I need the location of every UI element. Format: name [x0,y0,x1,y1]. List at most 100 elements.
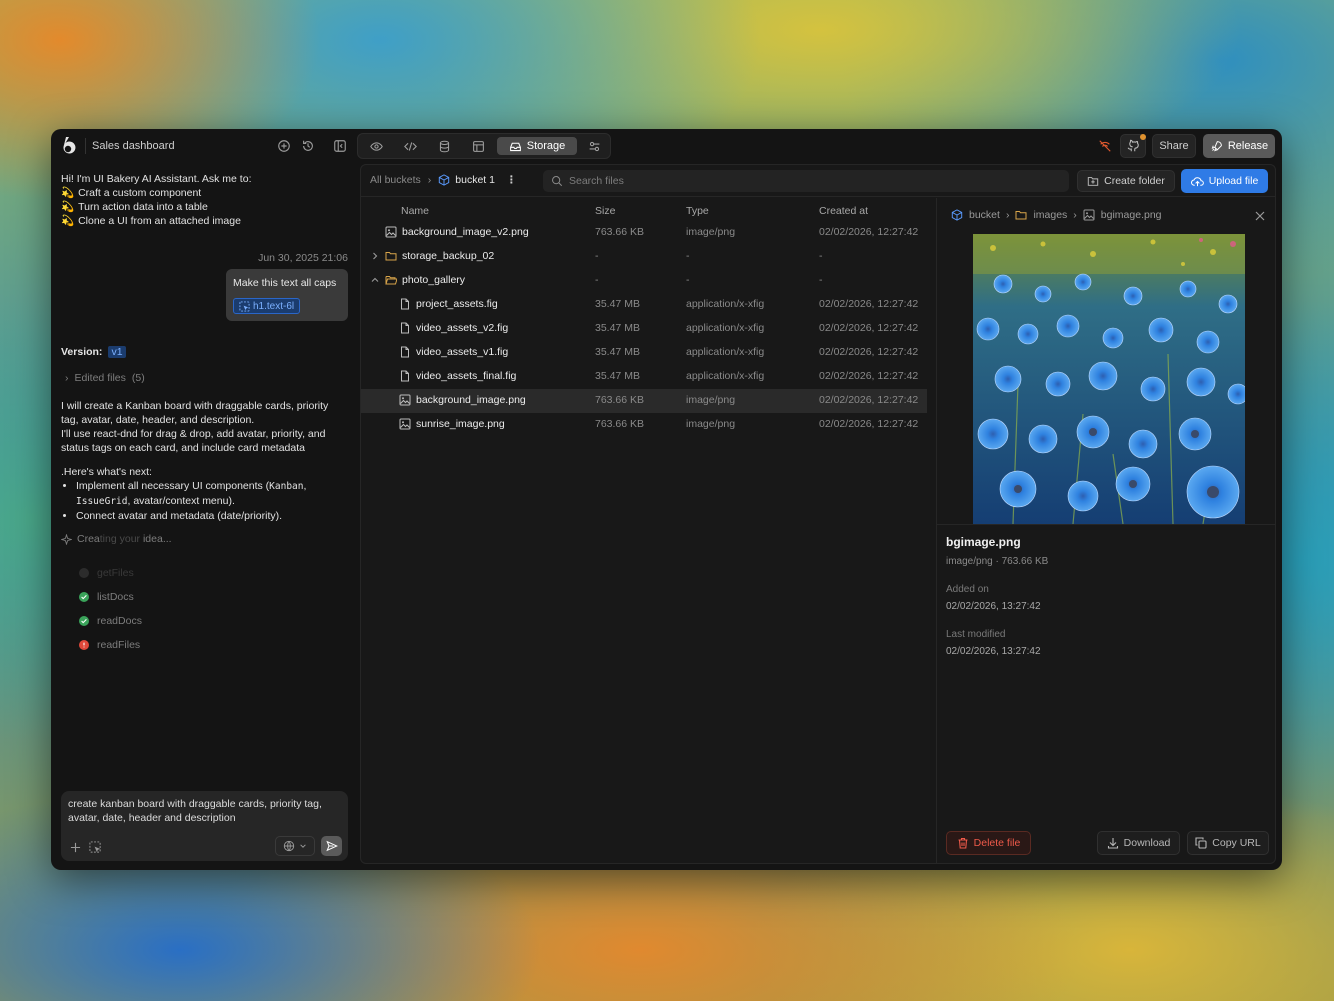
release-button[interactable]: Release [1203,134,1275,158]
table-row-selected[interactable]: background_image.png 763.66 KB image/png… [361,389,927,413]
copy-url-button[interactable]: Copy URL [1187,831,1269,855]
column-type[interactable]: Type [686,205,709,217]
preview-mode-icon[interactable] [363,137,389,155]
file-name-cell: background_image.png [399,394,526,406]
file-size: 35.47 MB [595,298,640,310]
more-vertical-icon[interactable]: ⋮ [506,174,517,186]
rocket-icon [1211,140,1222,151]
tool-step: readFiles [79,633,142,657]
ai-chat-panel: Hi! I'm UI Bakery AI Assistant. Ask me t… [51,163,358,870]
breadcrumb: All buckets › bucket 1 ⋮ [370,174,516,186]
database-mode-icon[interactable] [431,137,457,155]
edited-files-toggle[interactable]: › Edited files (5) [65,372,145,384]
model-selector[interactable] [275,836,315,856]
table-row[interactable]: sunrise_image.png 763.66 KB image/png 02… [361,413,927,437]
app-logo[interactable] [59,136,77,156]
send-button[interactable] [321,836,342,856]
column-created[interactable]: Created at [819,205,868,217]
history-icon[interactable] [299,137,317,155]
breadcrumb-all-buckets[interactable]: All buckets [370,174,421,186]
table-row[interactable]: video_assets_final.fig 35.47 MB applicat… [361,365,927,389]
column-size[interactable]: Size [595,205,615,217]
app-title[interactable]: Sales dashboard [85,138,175,154]
trash-icon [958,837,968,849]
breadcrumb-bucket[interactable]: bucket 1 [438,174,495,186]
close-icon[interactable] [1254,210,1266,222]
chevron-down-icon [300,844,306,848]
settings-mode-icon[interactable] [581,137,607,155]
copy-url-label: Copy URL [1212,837,1261,849]
bucket-icon [439,174,450,186]
table-row[interactable]: background_image_v2.png 763.66 KB image/… [361,221,927,245]
select-element-icon[interactable] [87,839,103,855]
collapse-panel-icon[interactable] [331,137,349,155]
add-attachment-icon[interactable] [67,839,83,855]
broadcast-off-icon[interactable] [1096,137,1114,155]
file-size: 35.47 MB [595,322,640,334]
folder-plus-icon [1087,177,1099,186]
new-chat-icon[interactable] [275,137,293,155]
reply-paragraph: I'll use react-dnd for drag & drop, add … [61,428,326,454]
image-file-icon [385,226,397,238]
search-input[interactable]: Search files [543,170,1069,192]
file-icon [401,298,409,310]
table-row[interactable]: storage_backup_02 - - - [361,245,927,269]
folder-open-icon [385,276,397,285]
file-name: photo_gallery [402,274,466,286]
file-created: - [819,274,823,286]
file-type: - [686,274,690,286]
file-name: project_assets.fig [416,298,498,310]
next-step-item: Implement all necessary UI components (K… [76,479,346,509]
check-icon [79,616,89,626]
text: Implement all necessary UI components ( [76,480,270,492]
table-row[interactable]: photo_gallery - - - [361,269,927,293]
user-message-text: Make this text all caps [233,277,337,289]
status-text: Crea [77,533,100,545]
table-row[interactable]: video_assets_v2.fig 35.47 MB application… [361,317,927,341]
chevron-right-icon: › [1073,209,1077,221]
table-header: Name Size Type Created at [361,205,927,221]
chat-input[interactable]: create kanban board with draggable cards… [68,797,343,825]
bucket-icon [951,209,963,221]
download-button[interactable]: Download [1097,831,1180,855]
code-mode-icon[interactable] [397,137,423,155]
file-type: application/x-xfig [686,298,765,310]
layout-mode-icon[interactable] [465,137,491,155]
column-name[interactable]: Name [401,205,429,217]
chip-label: h1.text-6l [253,300,295,312]
create-folder-label: Create folder [1104,175,1165,187]
share-button[interactable]: Share [1152,134,1196,158]
folder-icon [1015,211,1027,220]
text: , avatar/context menu). [127,495,235,507]
delete-file-button[interactable]: Delete file [946,831,1031,855]
chevron-right-icon: › [65,372,69,384]
table-row[interactable]: project_assets.fig 35.47 MB application/… [361,293,927,317]
intro-line: Hi! I'm UI Bakery AI Assistant. Ask me t… [61,173,252,185]
next-step-item: Connect avatar and metadata (date/priori… [76,509,346,523]
create-folder-button[interactable]: Create folder [1077,170,1175,192]
chevron-right-icon[interactable] [371,252,379,260]
step-label: getFiles [97,567,134,579]
tool-step: getFiles [79,561,142,585]
image-file-icon [399,418,411,430]
modified-label: Last modified [946,629,1006,640]
file-type: application/x-xfig [686,370,765,382]
detail-crumb-folder[interactable]: images [1033,209,1067,221]
divider [937,524,1275,525]
file-icon [401,370,409,382]
upload-file-button[interactable]: Upload file [1181,169,1268,193]
version-tag[interactable]: v1 [108,346,126,358]
search-placeholder: Search files [569,175,624,187]
selected-element-chip[interactable]: h1.text-6l [233,298,301,314]
file-name: video_assets_v2.fig [416,322,509,334]
added-label: Added on [946,584,989,595]
element-select-icon [239,300,250,312]
detail-crumb-bucket[interactable]: bucket [969,209,1000,221]
table-row[interactable]: video_assets_v1.fig 35.47 MB application… [361,341,927,365]
file-table: Name Size Type Created at background_ima… [361,205,927,437]
chevron-down-icon[interactable] [371,276,379,284]
file-type: application/x-xfig [686,322,765,334]
notification-dot [1140,134,1146,140]
detail-breadcrumb: bucket › images › bgimage.png [951,209,1162,221]
tab-storage[interactable]: Storage [497,137,577,155]
